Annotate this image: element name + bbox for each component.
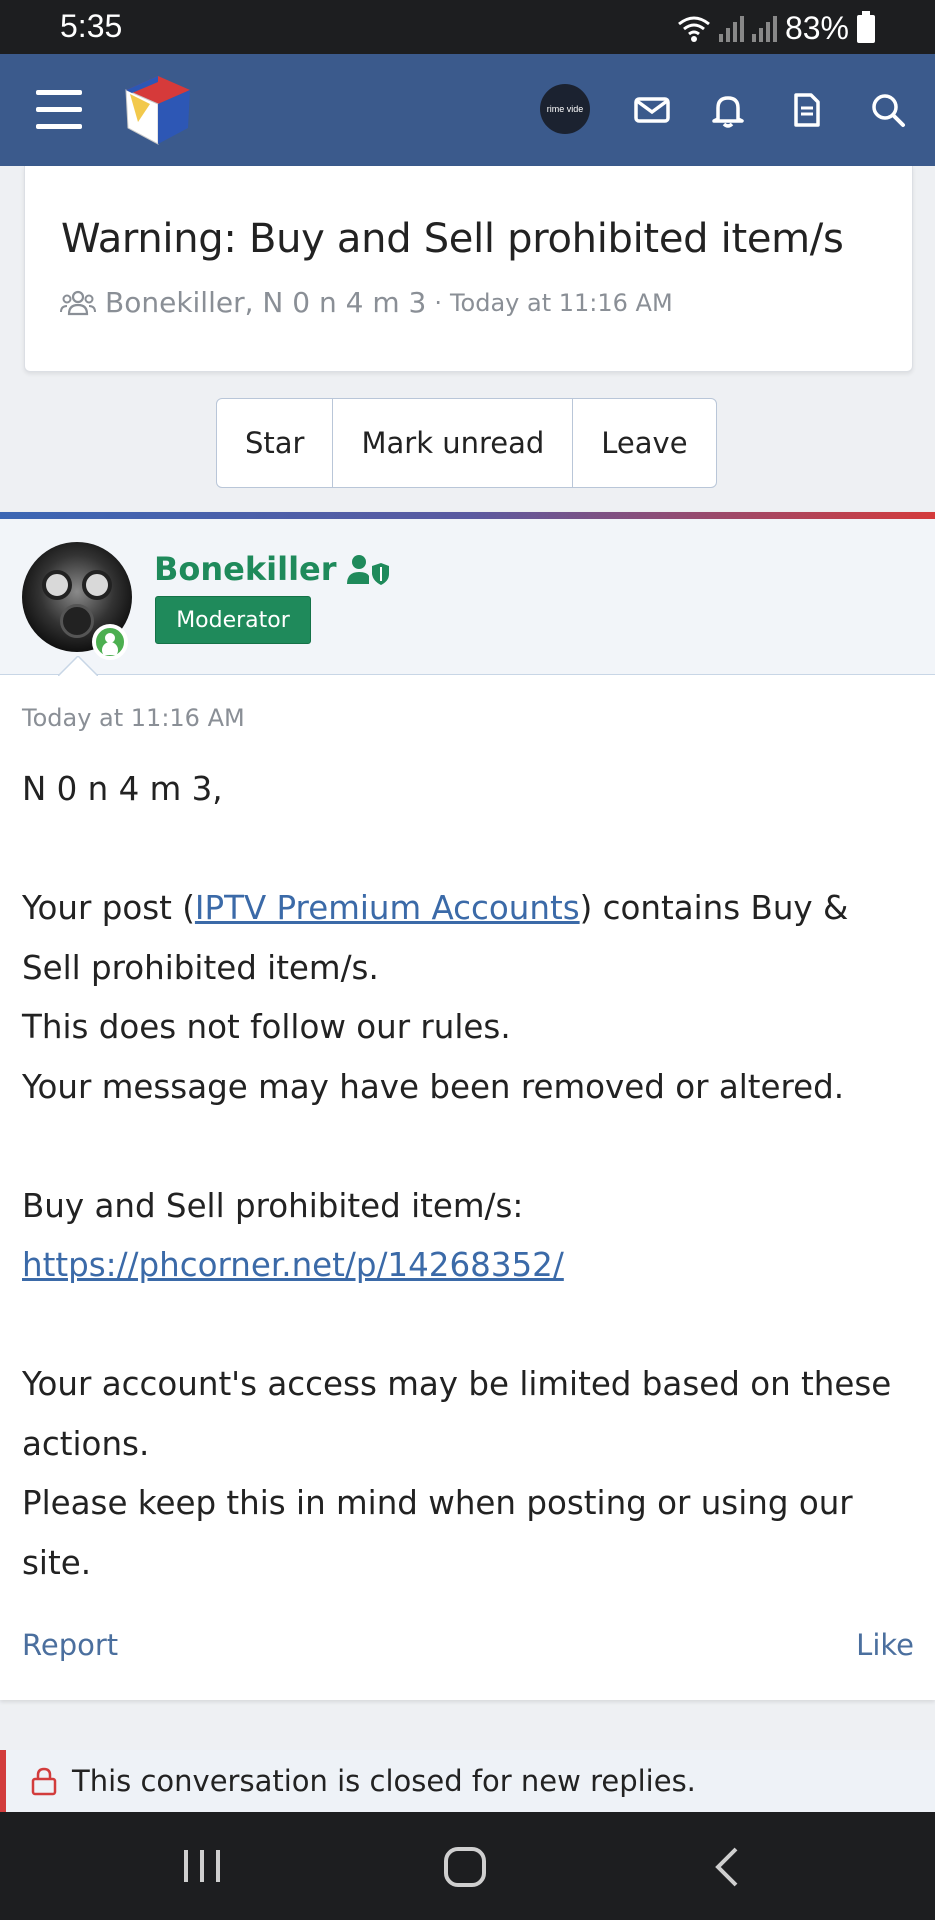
message-line-3: Your message may have been removed or al…	[22, 1067, 845, 1106]
author-name[interactable]: Bonekiller	[154, 550, 337, 588]
message-line-4: Buy and Sell prohibited item/s:	[22, 1186, 524, 1225]
battery-percent: 83%	[784, 10, 849, 46]
leave-button[interactable]: Leave	[573, 399, 715, 487]
status-icons: 83%	[677, 10, 875, 47]
wifi-icon	[678, 16, 710, 42]
thread-participants[interactable]: Bonekiller, N 0 n 4 m 3	[105, 286, 426, 319]
status-time: 5:35	[60, 8, 123, 44]
site-logo[interactable]	[116, 68, 200, 152]
message-line-1: Your post (IPTV Premium Accounts) contai…	[22, 889, 849, 987]
menu-icon[interactable]	[36, 90, 82, 130]
mail-icon[interactable]	[630, 88, 674, 132]
message-accent-bar	[0, 512, 935, 519]
bell-icon[interactable]	[706, 88, 750, 132]
message-user-header	[0, 519, 935, 675]
status-bar: 5:35 83%	[0, 0, 935, 54]
lock-icon	[31, 1767, 57, 1796]
message-line-2: This does not follow our rules.	[22, 1008, 511, 1046]
online-status-icon	[92, 624, 128, 660]
post-link[interactable]: IPTV Premium Accounts	[195, 889, 580, 927]
message-line-5: Your account's access may be limited bas…	[22, 1365, 892, 1463]
meta-separator: ·	[434, 288, 442, 317]
thread-title: Warning: Buy and Sell prohibited item/s	[61, 216, 844, 262]
message-actions: Report Like	[22, 1628, 914, 1662]
message-greeting: N 0 n 4 m 3,	[22, 770, 223, 808]
thread-actions: Star Mark unread Leave	[216, 398, 717, 488]
star-button[interactable]: Star	[217, 399, 334, 487]
caret-icon	[58, 656, 98, 676]
thread-time: Today at 11:16 AM	[449, 288, 673, 317]
document-icon[interactable]	[784, 88, 828, 132]
closed-notice-text: This conversation is closed for new repl…	[72, 1764, 696, 1798]
battery-icon	[857, 10, 875, 43]
staff-shield-icon	[346, 555, 389, 585]
recent-apps-icon[interactable]	[180, 1846, 224, 1886]
signal-icon	[718, 15, 744, 42]
mark-unread-button[interactable]: Mark unread	[333, 399, 574, 487]
home-icon[interactable]	[442, 1846, 488, 1888]
thread-header-card: Warning: Buy and Sell prohibited item/s …	[24, 166, 913, 372]
back-icon[interactable]	[712, 1846, 742, 1888]
message-time: Today at 11:16 AM	[22, 704, 245, 732]
message-author[interactable]: Bonekiller	[154, 550, 389, 588]
system-nav-bar	[0, 1812, 935, 1920]
report-link[interactable]: Report	[22, 1628, 118, 1662]
search-icon[interactable]	[866, 88, 910, 132]
closed-notice: This conversation is closed for new repl…	[0, 1750, 935, 1812]
participants-icon	[60, 290, 96, 315]
message-line-6: Please keep this in mind when posting or…	[22, 1484, 853, 1582]
rule-link[interactable]: https://phcorner.net/p/14268352/	[22, 1246, 564, 1284]
app-header: rime vide	[0, 54, 935, 166]
like-link[interactable]: Like	[856, 1628, 914, 1662]
prime-video-icon[interactable]: rime vide	[540, 84, 590, 134]
message-body: N 0 n 4 m 3, Your post (IPTV Premium Acc…	[22, 760, 912, 1593]
signal-icon-2	[751, 15, 777, 42]
moderator-badge: Moderator	[155, 596, 311, 644]
thread-meta: Bonekiller, N 0 n 4 m 3 · Today at 11:16…	[59, 286, 673, 319]
